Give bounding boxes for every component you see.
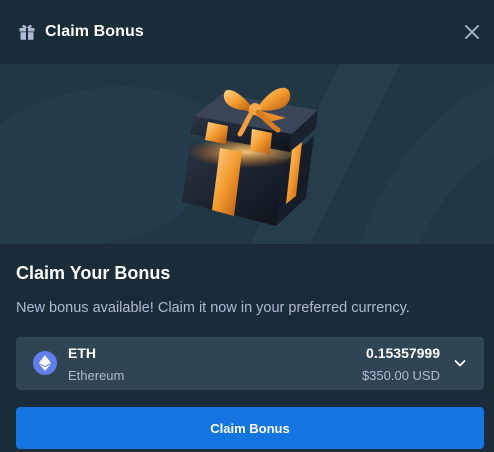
gift-box-illustration: [182, 87, 318, 226]
claim-heading: Claim Your Bonus: [16, 263, 171, 283]
bonus-amount: 0.15357999: [366, 345, 440, 361]
modal-header: Claim Bonus: [0, 0, 494, 64]
bonus-usd-value: $350.00 USD: [361, 368, 440, 383]
currency-symbol: ETH: [68, 345, 96, 361]
modal-title: Claim Bonus: [45, 23, 144, 40]
claim-bonus-modal: Claim Bonus Claim Your Bonus New bonus a…: [0, 0, 494, 452]
bonus-banner: [0, 64, 494, 244]
gift-icon: [18, 23, 36, 41]
currency-select[interactable]: ETH Ethereum 0.15357999 $350.00 USD: [16, 337, 484, 390]
claim-bonus-button[interactable]: Claim Bonus: [16, 407, 484, 449]
chevron-down-icon[interactable]: [452, 355, 468, 371]
currency-name: Ethereum: [68, 368, 125, 383]
claim-description: New bonus available! Claim it now in you…: [16, 300, 410, 316]
close-icon[interactable]: [462, 22, 482, 42]
claim-content: Claim Your Bonus New bonus available! Cl…: [0, 244, 494, 452]
ethereum-icon: [33, 351, 57, 375]
